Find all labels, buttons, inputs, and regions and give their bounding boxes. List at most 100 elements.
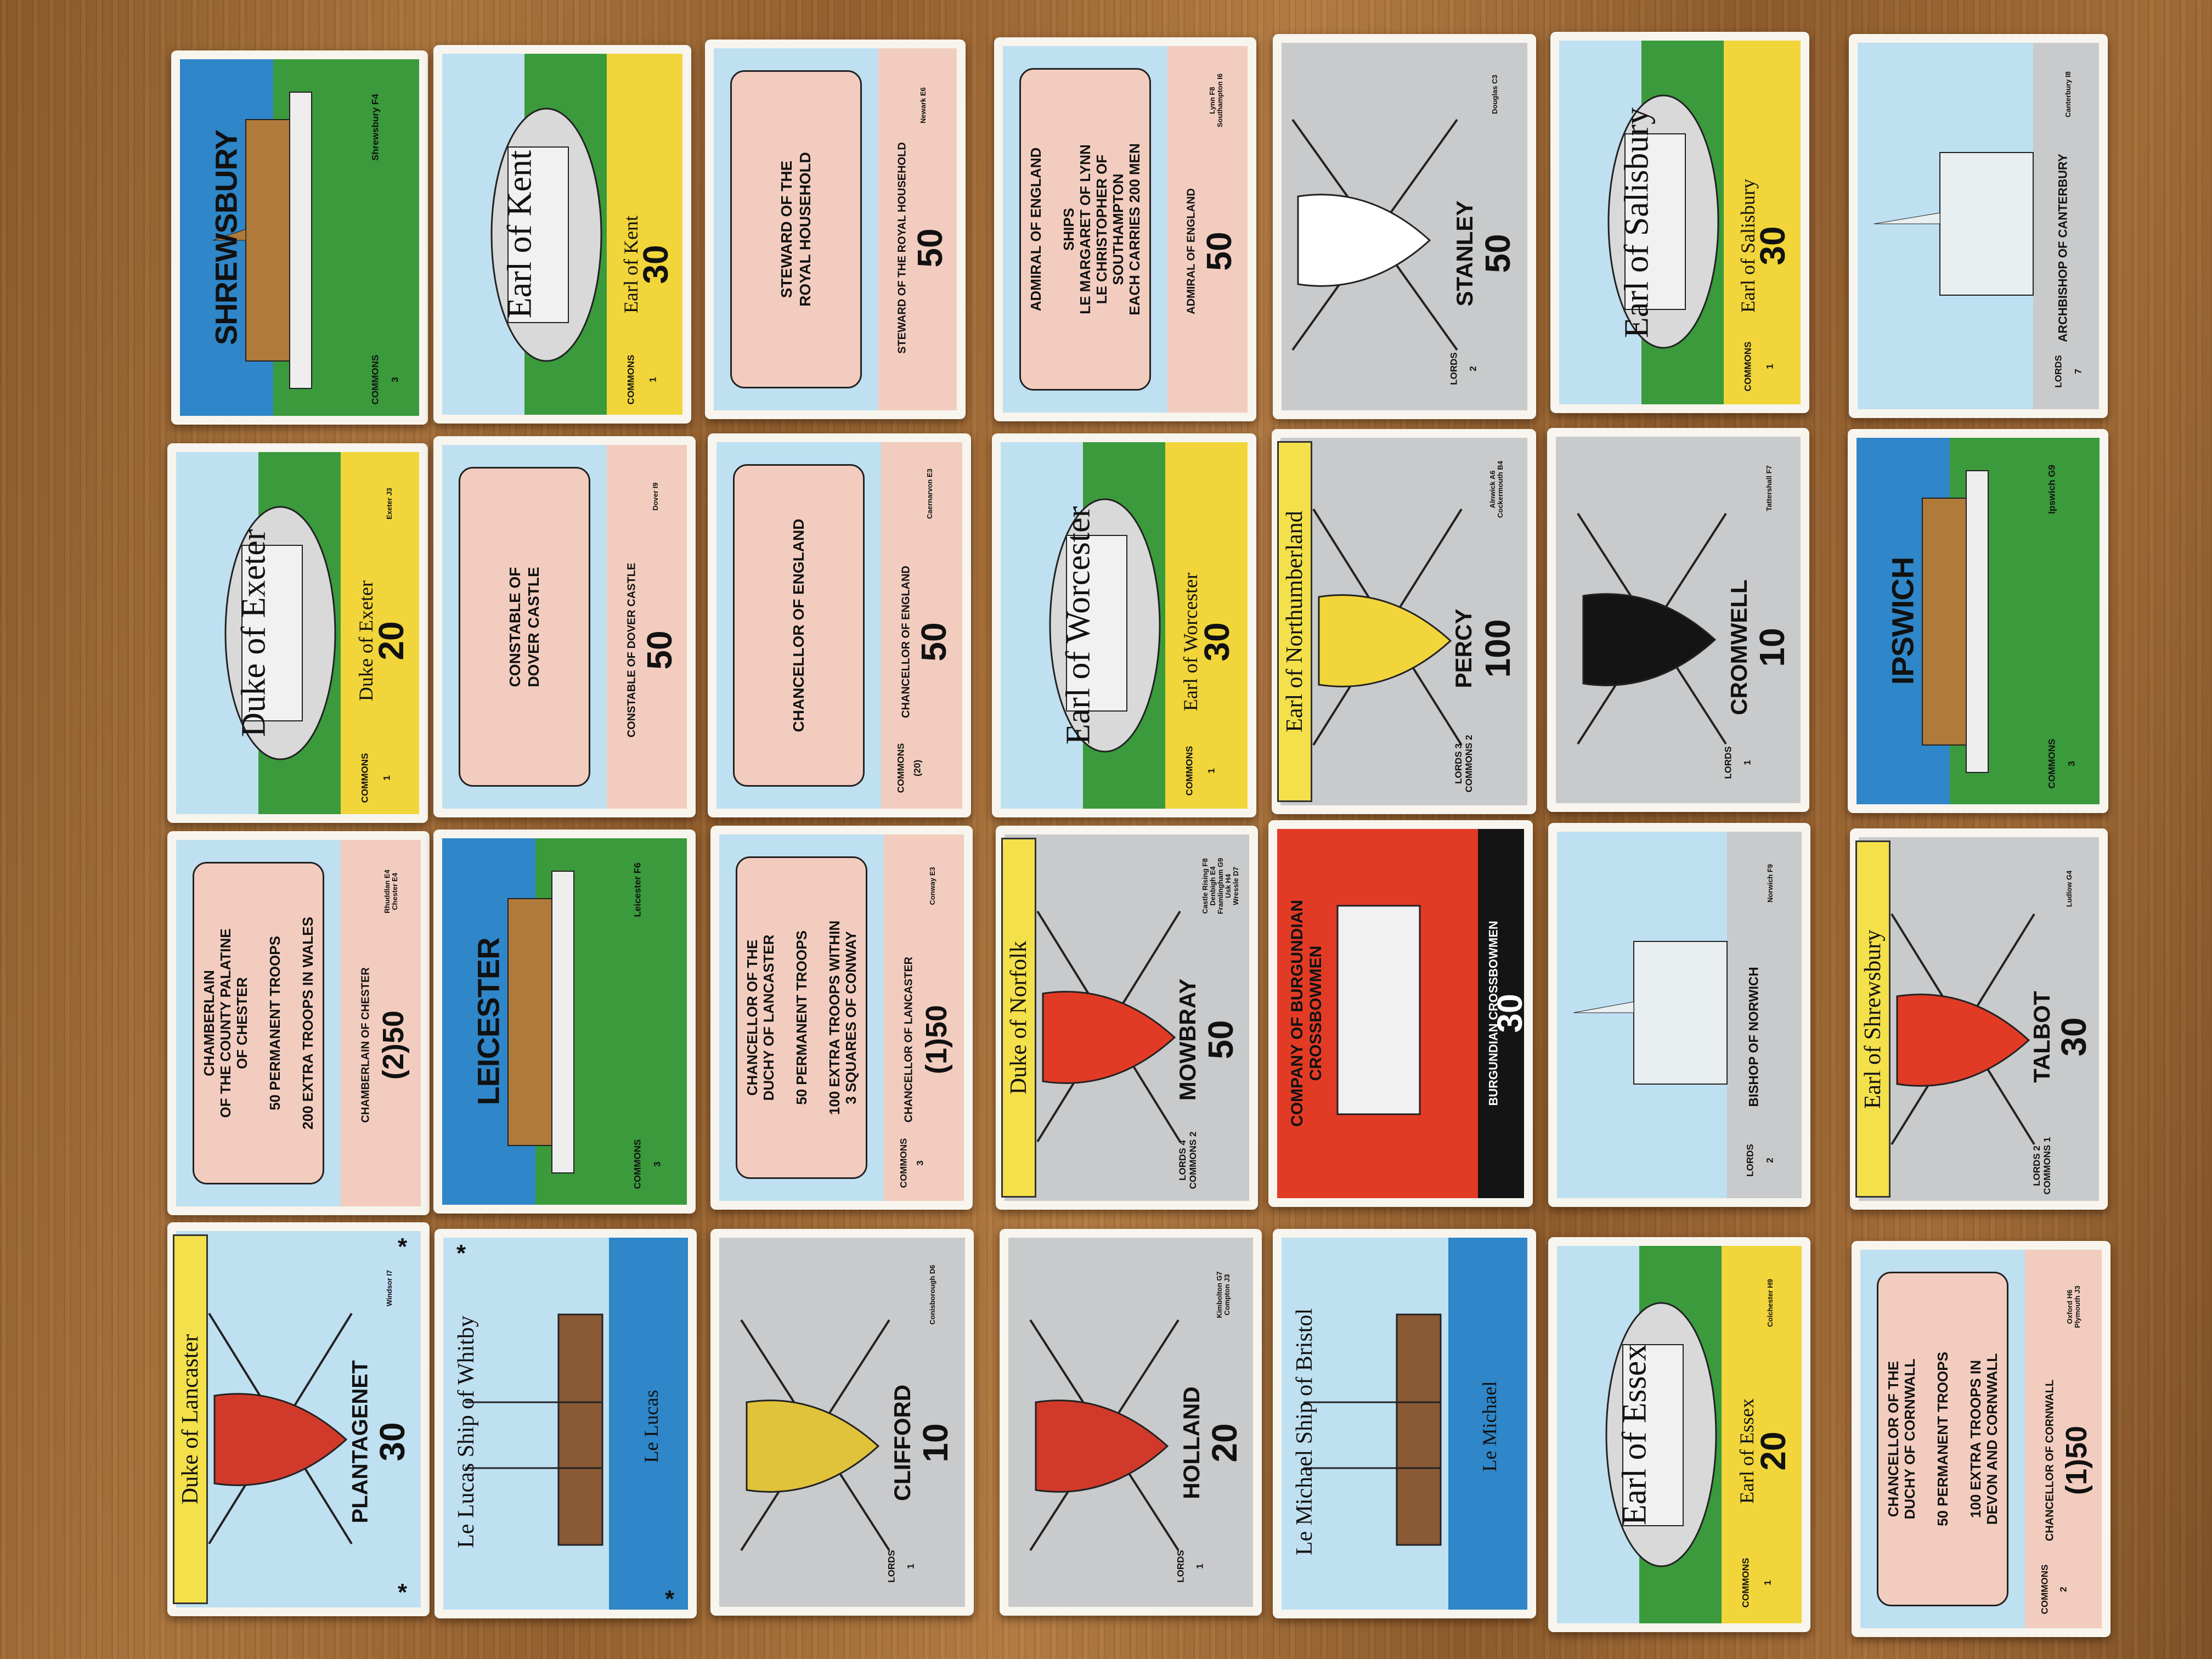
card-chamberlain-chester[interactable]: CHAMBERLAIN OF THE COUNTY PALATINE OF CH… [167, 831, 430, 1215]
card-duke-of-exeter[interactable]: Duke of Exeter Duke of Exeter 20 Exeter … [167, 443, 428, 823]
scroll: CHAMBERLAIN OF THE COUNTY PALATINE OF CH… [193, 862, 324, 1184]
card-house: COMMONS [1742, 341, 1753, 392]
card-chancellor-cornwall[interactable]: CHANCELLOR OF THE DUCHY OF CORNWALL 50 P… [1852, 1241, 2111, 1637]
scroll: STEWARD OF THE ROYAL HOUSEHOLD [730, 70, 862, 388]
card-ipswich[interactable]: IPSWICH Ipswich G9 COMMONS 3 [1848, 429, 2108, 813]
card-le-lucas[interactable]: Le Lucas Ship of Whitby Le Lucas * * [435, 1229, 697, 1618]
card-house: LORDS [2053, 355, 2064, 388]
card-admiral[interactable]: ADMIRAL OF ENGLAND SHIPS LE MARGARET OF … [994, 37, 1256, 421]
card-mowbray[interactable]: Duke of Norfolk MOWBRAY 50 Castle Rising… [996, 826, 1258, 1210]
card-chancellor-england[interactable]: CHANCELLOR OF ENGLAND CHANCELLOR OF ENGL… [708, 433, 971, 817]
card-leicester[interactable]: LEICESTER Leicester F6 COMMONS 3 [433, 830, 696, 1214]
card-title: Le Lucas Ship of Whitby [454, 1316, 479, 1548]
card-band-title: CONSTABLE OF DOVER CASTLE [625, 562, 638, 738]
town-illustration [1922, 438, 2021, 804]
card-title: Earl of Worcester [1059, 506, 1097, 745]
card-value: 30 [1490, 994, 1530, 1033]
card-bishop-norwich[interactable]: BISHOP OF NORWICH Norwich F9 LORDS 2 [1548, 823, 1810, 1207]
scroll-text: CHAMBERLAIN OF THE COUNTY PALATINE OF CH… [201, 917, 316, 1130]
card-seats: 1 [1742, 760, 1753, 765]
scroll: CHANCELLOR OF ENGLAND [733, 464, 865, 787]
card-location: Dover I9 [651, 482, 659, 511]
scroll: ADMIRAL OF ENGLAND SHIPS LE MARGARET OF … [1019, 68, 1151, 391]
card-earl-of-essex[interactable]: Earl of Essex Earl of Essex 20 Colcheste… [1548, 1237, 1810, 1632]
card-band [607, 445, 687, 809]
card-art [1857, 438, 2021, 804]
card-value: 50 [640, 630, 679, 670]
card-title: Le Michael Ship of Bristol [1292, 1308, 1317, 1556]
card-title: Earl of Salisbury [1618, 107, 1656, 338]
card-location: Leicester F6 [632, 862, 643, 917]
card-seats: 3 [652, 1161, 663, 1167]
card-name: CLIFFORD [889, 1384, 915, 1502]
card-band [607, 54, 682, 415]
card-name: HOLLAND [1178, 1386, 1204, 1499]
card-seats: 7 [2073, 369, 2084, 374]
coat-of-arms [1577, 512, 1727, 745]
card-shrewsbury[interactable]: SHREWSBURY Shrewsbury F4 COMMONS 3 [171, 50, 428, 425]
card-house: COMMONS [359, 753, 370, 803]
star-marker: * [398, 1233, 408, 1260]
card-location: Colchester H9 [1766, 1279, 1774, 1327]
card-chancellor-lancaster[interactable]: CHANCELLOR OF THE DUCHY OF LANCASTER 50 … [710, 826, 973, 1210]
card-burgundian[interactable]: COMPANY OF BURGUNDIAN CROSSBOWMEN BURGUN… [1268, 820, 1533, 1207]
card-band [1167, 46, 1248, 413]
card-band-title: ADMIRAL OF ENGLAND [1185, 188, 1198, 314]
card-value: 30 [1197, 622, 1237, 662]
card-constable-dover[interactable]: CONSTABLE OF DOVER CASTLE CONSTABLE OF D… [433, 436, 696, 817]
card-house: COMMONS [1184, 746, 1195, 796]
card-seats: 2 [1468, 366, 1479, 371]
card-percy[interactable]: Earl of Northumberland PERCY 100 Alnwick… [1272, 429, 1536, 814]
card-earl-of-salisbury[interactable]: Earl of Salisbury Earl of Salisbury 30 C… [1550, 32, 1809, 413]
card-earl-of-kent[interactable]: Earl of Kent Earl of Kent 30 COMMONS 1 [433, 45, 691, 424]
card-value: (1)50 [2060, 1425, 2093, 1496]
card-clifford[interactable]: CLIFFORD 10 Conisborough D6 LORDS 1 [710, 1229, 974, 1616]
card-value: 50 [910, 228, 950, 268]
card-le-michael[interactable]: Le Michael Ship of Bristol Le Michael [1273, 1229, 1536, 1618]
card-title: Earl of Kent [501, 150, 539, 319]
scroll: CHANCELLOR OF THE DUCHY OF LANCASTER 50 … [736, 856, 867, 1179]
card-value: 30 [373, 1422, 412, 1462]
card-stanley[interactable]: STANLEY 50 Douglas C3 LORDS 2 [1273, 34, 1536, 419]
card-seats: 2 [1764, 1158, 1775, 1163]
card-location: Oxford H6 Plymouth J3 [2066, 1285, 2081, 1328]
scroll: CONSTABLE OF DOVER CASTLE [459, 467, 590, 787]
card-house: LORDS [886, 1550, 897, 1583]
card-house: COMMONS [2039, 1564, 2050, 1615]
card-house: COMMONS [625, 354, 636, 405]
card-house: LORDS 2 COMMONS 1 [2032, 1137, 2052, 1195]
card-art: CONSTABLE OF DOVER CASTLE [442, 445, 607, 809]
card-holland[interactable]: HOLLAND 20 Kimbolton G7 Compton J3 LORDS… [1000, 1229, 1262, 1616]
card-archbishop-canterbury[interactable]: ARCHBISHOP OF CANTERBURY Canterbury I8 L… [1849, 34, 2108, 418]
card-band-title: CHANCELLOR OF CORNWALL [2044, 1379, 2056, 1542]
card-house: LORDS [1723, 746, 1734, 779]
town-illustration [212, 59, 345, 416]
card-location: Kimbolton G7 Compton J3 [1215, 1271, 1231, 1318]
card-band-title: Le Michael [1479, 1381, 1500, 1472]
card-house: COMMONS [2046, 738, 2057, 789]
card-seats: 3 [390, 377, 400, 382]
scroll: CHANCELLOR OF THE DUCHY OF CORNWALL 50 P… [1877, 1272, 2008, 1606]
star-marker: * [398, 1579, 408, 1606]
card-house: COMMONS [898, 1138, 909, 1188]
card-seats: (20) [912, 759, 923, 777]
card-talbot[interactable]: Earl of Shrewsbury TALBOT 30 Ludlow G4 L… [1850, 828, 2108, 1210]
card-art [1557, 832, 1802, 1198]
card-location: Windsor I7 [385, 1269, 393, 1307]
card-cromwell[interactable]: CROMWELL 10 Tattershall F7 LORDS 1 [1547, 428, 1809, 812]
card-earl-of-worcester[interactable]: Earl of Worcester Earl of Worcester 30 C… [992, 433, 1256, 817]
card-value: 20 [371, 621, 411, 661]
scroll-text: CHANCELLOR OF ENGLAND [790, 518, 807, 732]
card-name: ARCHBISHOP OF CANTERBURY [2056, 154, 2070, 342]
card-title: LEICESTER [471, 938, 506, 1105]
card-location: Douglas C3 [1491, 75, 1499, 114]
card-seats: 3 [2066, 761, 2077, 766]
card-seats: 1 [647, 377, 658, 382]
card-name: MOWBRAY [1175, 978, 1200, 1101]
card-title: SHREWSBURY [208, 129, 244, 346]
card-location: Lynn F8 Southampton I6 [1208, 73, 1224, 128]
card-location: Ludlow G4 [2065, 870, 2073, 907]
card-plantagenet[interactable]: Duke of Lancaster PLANTAGENET 30 Windsor… [167, 1222, 430, 1616]
card-steward[interactable]: STEWARD OF THE ROYAL HOUSEHOLD STEWARD O… [705, 40, 966, 419]
card-location: Tattershall F7 [1765, 465, 1773, 511]
